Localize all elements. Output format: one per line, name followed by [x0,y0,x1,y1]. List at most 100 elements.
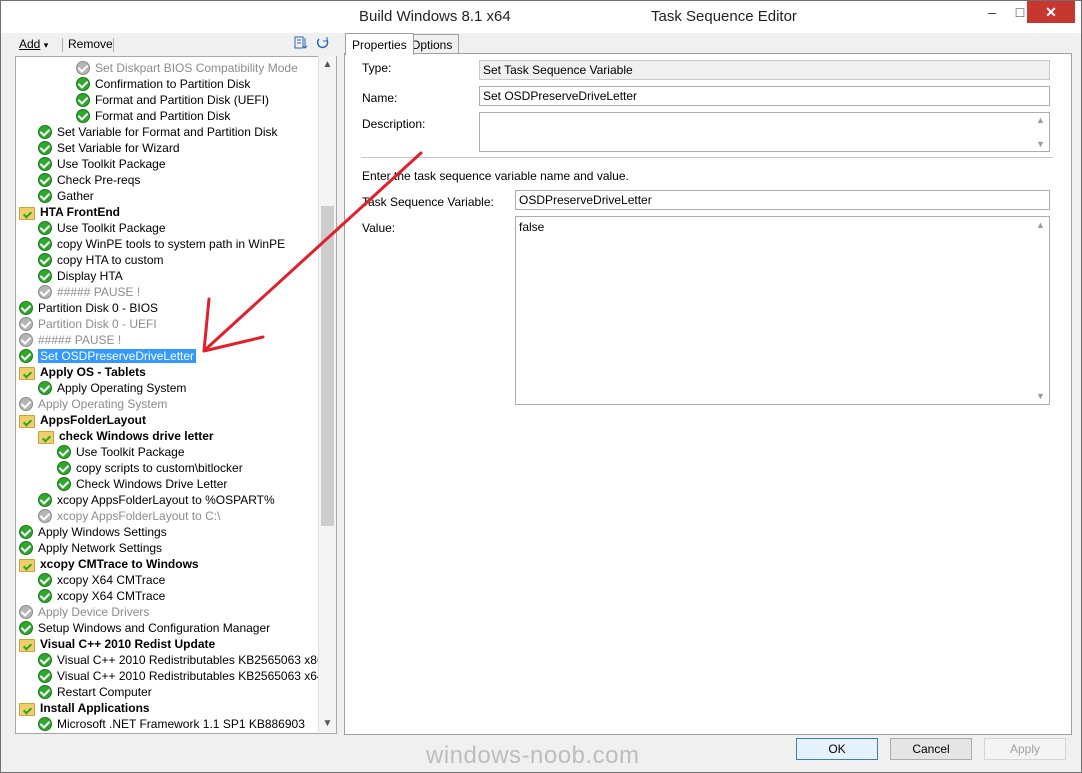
tree-item-label: AppsFolderLayout [40,413,147,427]
tree-item[interactable]: copy WinPE tools to system path in WinPE [38,236,285,252]
tree-item-label: Apply Windows Settings [38,525,167,539]
tree-item-label: xcopy AppsFolderLayout to C:\ [57,509,221,523]
tree-item[interactable]: xcopy CMTrace to Windows [19,556,199,572]
tree-item-label: copy WinPE tools to system path in WinPE [57,237,286,251]
window-subtitle: Task Sequence Editor [651,8,797,25]
tree-item[interactable]: Restart Computer [38,684,152,700]
check-icon [38,381,52,395]
tree-item[interactable]: Set Variable for Format and Partition Di… [38,124,278,140]
ok-button[interactable]: OK [796,738,878,760]
tree-item[interactable]: Setup Windows and Configuration Manager [19,620,270,636]
check-icon [38,237,52,251]
group-folder-icon [19,414,35,428]
disabled-step-icon [19,605,33,619]
tree-item[interactable]: ##### PAUSE ! [38,284,140,300]
tree-item[interactable]: Partition Disk 0 - UEFI [19,316,157,332]
tree-item[interactable]: Set Variable for Wizard [38,140,180,156]
tree-scrollbar[interactable]: ▲ ▼ [318,56,336,732]
tree-item-label: xcopy X64 CMTrace [57,589,166,603]
name-field[interactable]: Set OSDPreserveDriveLetter [479,86,1050,106]
refresh-icon[interactable] [315,35,331,51]
check-icon [19,541,33,555]
tree-item[interactable]: Gather [38,188,94,204]
tree-item[interactable]: xcopy AppsFolderLayout to %OSPART% [38,492,275,508]
disabled-step-icon [38,285,52,299]
scroll-down-icon[interactable]: ▼ [1036,391,1045,401]
check-icon [38,157,52,171]
apply-button[interactable]: Apply [984,738,1066,760]
scroll-up-icon[interactable]: ▲ [319,56,336,73]
tree-item[interactable]: Confirmation to Partition Disk [76,76,250,92]
tree-item[interactable]: Use Toolkit Package [38,156,166,172]
variable-field[interactable]: OSDPreserveDriveLetter [515,190,1050,210]
tree-item[interactable]: xcopy X64 CMTrace [38,588,165,604]
tree-item[interactable]: Format and Partition Disk (UEFI) [76,92,269,108]
tree-item-label: Setup Windows and Configuration Manager [38,621,271,635]
tree-item[interactable]: Check Pre-reqs [38,172,140,188]
tree-item[interactable]: xcopy AppsFolderLayout to C:\ [38,508,220,524]
description-field[interactable]: ▲ ▼ [479,112,1050,152]
tree-item[interactable]: Use Toolkit Package [38,220,166,236]
group-folder-icon [19,638,35,652]
tree-item[interactable]: Apply Device Drivers [19,604,149,620]
tab-properties[interactable]: Properties [345,33,414,55]
tree-item-label: copy HTA to custom [57,253,164,267]
add-button[interactable]: Add ▾ [19,37,48,51]
close-button[interactable]: ✕ [1027,1,1075,23]
tree-item[interactable]: xcopy X64 CMTrace [38,572,165,588]
remove-button[interactable]: Remove [68,37,113,51]
tree-item[interactable]: check Windows drive letter [38,428,214,444]
tree-item[interactable]: copy HTA to custom [38,252,163,268]
value-scrollbar[interactable]: ▲ ▼ [1033,217,1049,404]
task-sequence-editor-window: Build Windows 8.1 x64 Task Sequence Edit… [0,0,1082,773]
tree-item-label: Set Variable for Wizard [57,141,180,155]
scroll-up-icon[interactable]: ▲ [1036,115,1045,125]
section-divider [361,157,1053,158]
tree-item-label: Partition Disk 0 - UEFI [38,317,157,331]
tree-item[interactable]: Install Applications [19,700,150,716]
title-bar: Build Windows 8.1 x64 Task Sequence Edit… [1,1,1081,33]
tree-item[interactable]: Display HTA [38,268,123,284]
task-sequence-tree[interactable]: Set Diskpart BIOS Compatibility Mode Conf… [15,56,337,734]
tree-item[interactable]: Use Toolkit Package [57,444,185,460]
tree-item[interactable]: Visual C++ 2010 Redistributables KB25650… [38,668,324,684]
tree-item-label: Confirmation to Partition Disk [95,77,251,91]
tree-item[interactable]: Apply Operating System [38,380,186,396]
tree-item[interactable]: Check Windows Drive Letter [57,476,227,492]
scroll-down-icon[interactable]: ▼ [319,715,336,732]
tree-item[interactable]: Set Diskpart BIOS Compatibility Mode [76,60,298,76]
tree-item[interactable]: Partition Disk 0 - BIOS [19,300,158,316]
scroll-down-icon[interactable]: ▼ [1036,139,1045,149]
description-scrollbar[interactable]: ▲ ▼ [1033,113,1049,151]
tree-item-label: Microsoft .NET Framework 1.1 SP1 KB88690… [57,717,305,731]
tree-item[interactable]: HTA FrontEnd [19,204,120,220]
type-label: Type: [362,61,392,75]
tree-item[interactable]: Apply Operating System [19,396,167,412]
check-icon [19,301,33,315]
tree-item[interactable]: Format and Partition Disk [76,108,230,124]
cancel-button[interactable]: Cancel [890,738,972,760]
tree-item-label: Check Pre-reqs [57,173,141,187]
tree-item[interactable]: Apply Windows Settings [19,524,167,540]
tree-item[interactable]: Visual C++ 2010 Redist Update [19,636,215,652]
watermark-text: windows-noob.com [426,742,640,769]
check-icon [19,349,33,363]
tree-item[interactable]: Apply Network Settings [19,540,162,556]
tree-item[interactable]: Apply OS - Tablets [19,364,146,380]
tree-item-label: Restart Computer [57,685,152,699]
check-icon [38,141,52,155]
check-icon [76,93,90,107]
minimize-icon: – [988,4,996,20]
tree-item-label: Partition Disk 0 - BIOS [38,301,159,315]
tree-item[interactable]: Microsoft .NET Framework 1.1 SP1 KB88690… [38,716,305,732]
scroll-up-icon[interactable]: ▲ [1036,220,1045,230]
tree-item[interactable]: Set OSDPreserveDriveLetter [19,348,197,364]
check-icon [38,669,52,683]
value-field[interactable]: false ▲ ▼ [515,216,1050,405]
scroll-thumb[interactable] [321,206,334,526]
tree-item[interactable]: copy scripts to custom\bitlocker [57,460,243,476]
properties-icon[interactable] [293,35,309,51]
tree-item[interactable]: ##### PAUSE ! [19,332,121,348]
tree-item[interactable]: AppsFolderLayout [19,412,146,428]
tree-item[interactable]: Visual C++ 2010 Redistributables KB25650… [38,652,324,668]
